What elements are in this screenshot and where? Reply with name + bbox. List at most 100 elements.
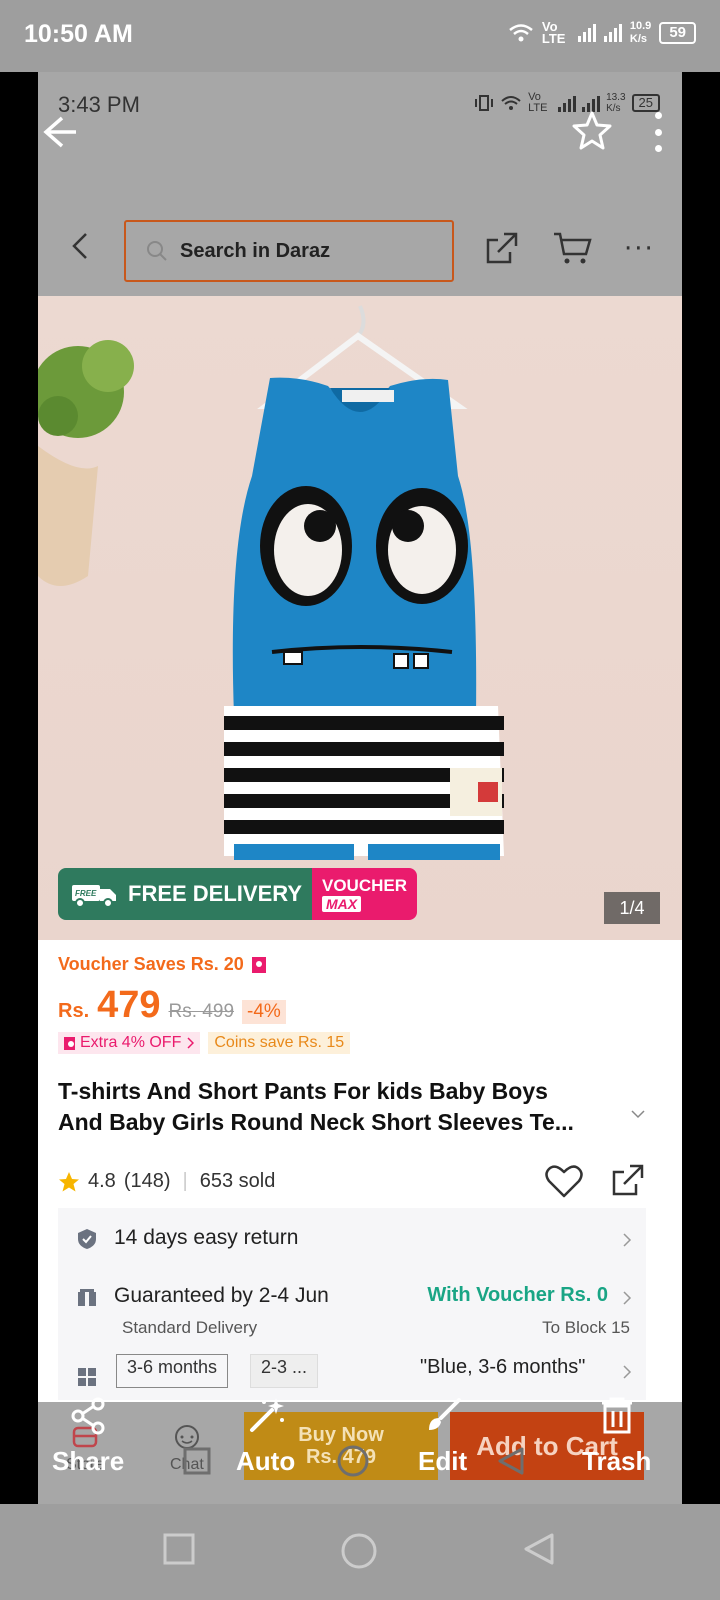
- share-tool-button[interactable]: Share: [52, 1396, 124, 1477]
- battery-icon-inner: 25: [631, 94, 660, 112]
- chevron-right-icon: [623, 1365, 632, 1379]
- vibrate-icon: [475, 95, 494, 111]
- extra-off-chip[interactable]: Extra 4% OFF: [58, 1032, 201, 1054]
- chevron-right-icon: [187, 1037, 195, 1049]
- magic-wand-icon: [249, 1398, 284, 1432]
- volte-label-inner: Vo LTE: [528, 91, 548, 114]
- package-icon: [78, 1288, 96, 1306]
- rating-value: 4.8: [88, 1170, 116, 1192]
- badge-max-text: MAX: [322, 896, 362, 912]
- product-title-line-2: And Baby Girls Round Neck Short Sleeves …: [58, 1109, 574, 1135]
- selected-variant-text: "Blue, 3-6 months": [420, 1356, 586, 1378]
- outer-status-bar: 10:50 AM Vo LTE 10.9 K/s 59: [0, 0, 720, 72]
- cart-icon[interactable]: [552, 230, 592, 266]
- badge-voucher-text: VOUCHER: [322, 876, 408, 895]
- net-speed: 10.9 K/s: [630, 20, 651, 46]
- app-header: Search in Daraz ···: [38, 138, 682, 296]
- free-delivery-label: FREE FREE DELIVERY: [58, 868, 312, 920]
- net-speed-inner-value: 13.3: [606, 92, 626, 103]
- old-price: Rs. 499: [168, 1001, 235, 1022]
- wifi-icon-inner: [501, 96, 521, 110]
- trash-tool-label: Trash: [582, 1446, 652, 1476]
- variant-row[interactable]: 3-6 months 2-3 ... "Blue, 3-6 months": [58, 1354, 646, 1400]
- more-options-icon[interactable]: ···: [624, 236, 655, 262]
- share-icon[interactable]: [484, 230, 520, 266]
- trash-icon: [601, 1397, 632, 1434]
- extra-off-tag-icon: [64, 1036, 75, 1050]
- service-box: 14 days easy return Guaranteed by 2-4 Ju…: [58, 1208, 646, 1400]
- truck-icon: FREE: [72, 885, 116, 908]
- chevron-right-icon: [623, 1291, 632, 1305]
- inner-status-icons: Vo LTE 13.3 K/s 25: [474, 92, 660, 114]
- edit-tool-button[interactable]: Edit: [418, 1396, 467, 1477]
- expand-title-icon[interactable]: [630, 1108, 646, 1120]
- return-policy-text: 14 days easy return: [114, 1226, 299, 1249]
- image-counter: 1/4: [604, 892, 660, 924]
- viewer-back-icon[interactable]: [40, 112, 80, 152]
- voucher-saves-text: Voucher Saves Rs. 20: [58, 954, 244, 974]
- delivery-location-text: To Block 15: [542, 1318, 630, 1337]
- promo-row: Extra 4% OFF Coins save Rs. 15: [58, 1032, 351, 1054]
- return-policy-row[interactable]: 14 days easy return: [58, 1208, 646, 1272]
- variants-icon: [78, 1368, 96, 1386]
- product-share-icon[interactable]: [610, 1162, 646, 1198]
- guarantee-text: Guaranteed by 2-4 Jun: [114, 1284, 329, 1307]
- product-info: Voucher Saves Rs. 20 Rs. 479 Rs. 499 -4%…: [38, 940, 682, 1400]
- search-input[interactable]: Search in Daraz: [124, 220, 454, 282]
- voucher-note-text: With Voucher Rs. 0: [427, 1284, 608, 1306]
- auto-tool-label: Auto: [236, 1446, 296, 1476]
- rating-row[interactable]: 4.8 (148) | 653 sold: [58, 1170, 275, 1193]
- rating-star-icon: [59, 1171, 79, 1191]
- free-delivery-badge: FREE FREE DELIVERY VOUCHER MAX: [58, 868, 418, 920]
- viewer-menu-icon[interactable]: [652, 112, 664, 152]
- coins-save-chip: Coins save Rs. 15: [208, 1032, 351, 1054]
- variant-chip-2[interactable]: 2-3 ...: [250, 1354, 319, 1388]
- price-row: Rs. 479 Rs. 499 -4%: [58, 984, 286, 1027]
- discount-badge: -4%: [242, 1000, 286, 1024]
- wifi-icon: [509, 24, 533, 42]
- rating-divider: |: [182, 1170, 188, 1192]
- trash-tool-button[interactable]: Trash: [582, 1396, 651, 1477]
- letterbox-right: [682, 72, 720, 1504]
- signal-icon: [577, 24, 596, 42]
- favorite-star-icon[interactable]: [572, 110, 612, 150]
- delivery-row[interactable]: Guaranteed by 2-4 Jun Standard Delivery …: [58, 1272, 646, 1348]
- back-nav-icon[interactable]: [522, 1532, 556, 1566]
- net-speed-value: 10.9: [629, 20, 652, 32]
- home-icon[interactable]: [340, 1532, 378, 1570]
- volte-label: Vo LTE: [541, 19, 566, 46]
- recents-icon[interactable]: [162, 1532, 196, 1566]
- search-icon: [147, 241, 167, 261]
- product-title-line-1: T-shirts And Short Pants For kids Baby B…: [58, 1078, 548, 1104]
- auto-tool-button[interactable]: Auto: [236, 1396, 295, 1477]
- screenshot-edit-toolbar: Share Auto Edit Trash: [38, 1396, 682, 1504]
- share-nodes-icon: [71, 1397, 105, 1435]
- voucher-saves[interactable]: Voucher Saves Rs. 20: [58, 954, 266, 975]
- search-placeholder: Search in Daraz: [180, 239, 331, 262]
- back-icon[interactable]: [66, 228, 94, 264]
- price-amount: 479: [97, 984, 161, 1026]
- extra-off-text: Extra 4% OFF: [80, 1034, 182, 1051]
- review-count: (148): [123, 1170, 171, 1192]
- letterbox-left: [0, 72, 38, 1504]
- chevron-right-icon: [623, 1233, 632, 1247]
- status-time: 10:50 AM: [24, 20, 133, 48]
- voucher-tag-icon: [251, 956, 266, 973]
- edit-tool-label: Edit: [418, 1446, 468, 1476]
- net-speed-unit: K/s: [629, 33, 648, 45]
- variant-chip-1[interactable]: 3-6 months: [116, 1354, 229, 1388]
- product-photo: [38, 305, 504, 860]
- battery-icon: 59: [659, 22, 696, 44]
- product-title[interactable]: T-shirts And Short Pants For kids Baby B…: [58, 1076, 626, 1138]
- sold-count: 653 sold: [199, 1170, 276, 1192]
- shield-icon: [78, 1229, 96, 1249]
- badge-free-small: FREE: [75, 889, 97, 898]
- wishlist-heart-icon[interactable]: [544, 1162, 584, 1200]
- brush-icon: [428, 1398, 461, 1430]
- share-tool-label: Share: [52, 1446, 125, 1476]
- status-icons: Vo LTE 10.9 K/s 59: [508, 20, 696, 46]
- signal-icon-2: [603, 24, 622, 42]
- product-image[interactable]: FREE FREE DELIVERY VOUCHER MAX 1/4: [38, 296, 682, 940]
- screenshot-preview: 3:43 PM Vo LTE 13.3 K/s 25 Search in Dar…: [38, 72, 682, 1504]
- badge-free-text: FREE DELIVERY: [128, 881, 302, 906]
